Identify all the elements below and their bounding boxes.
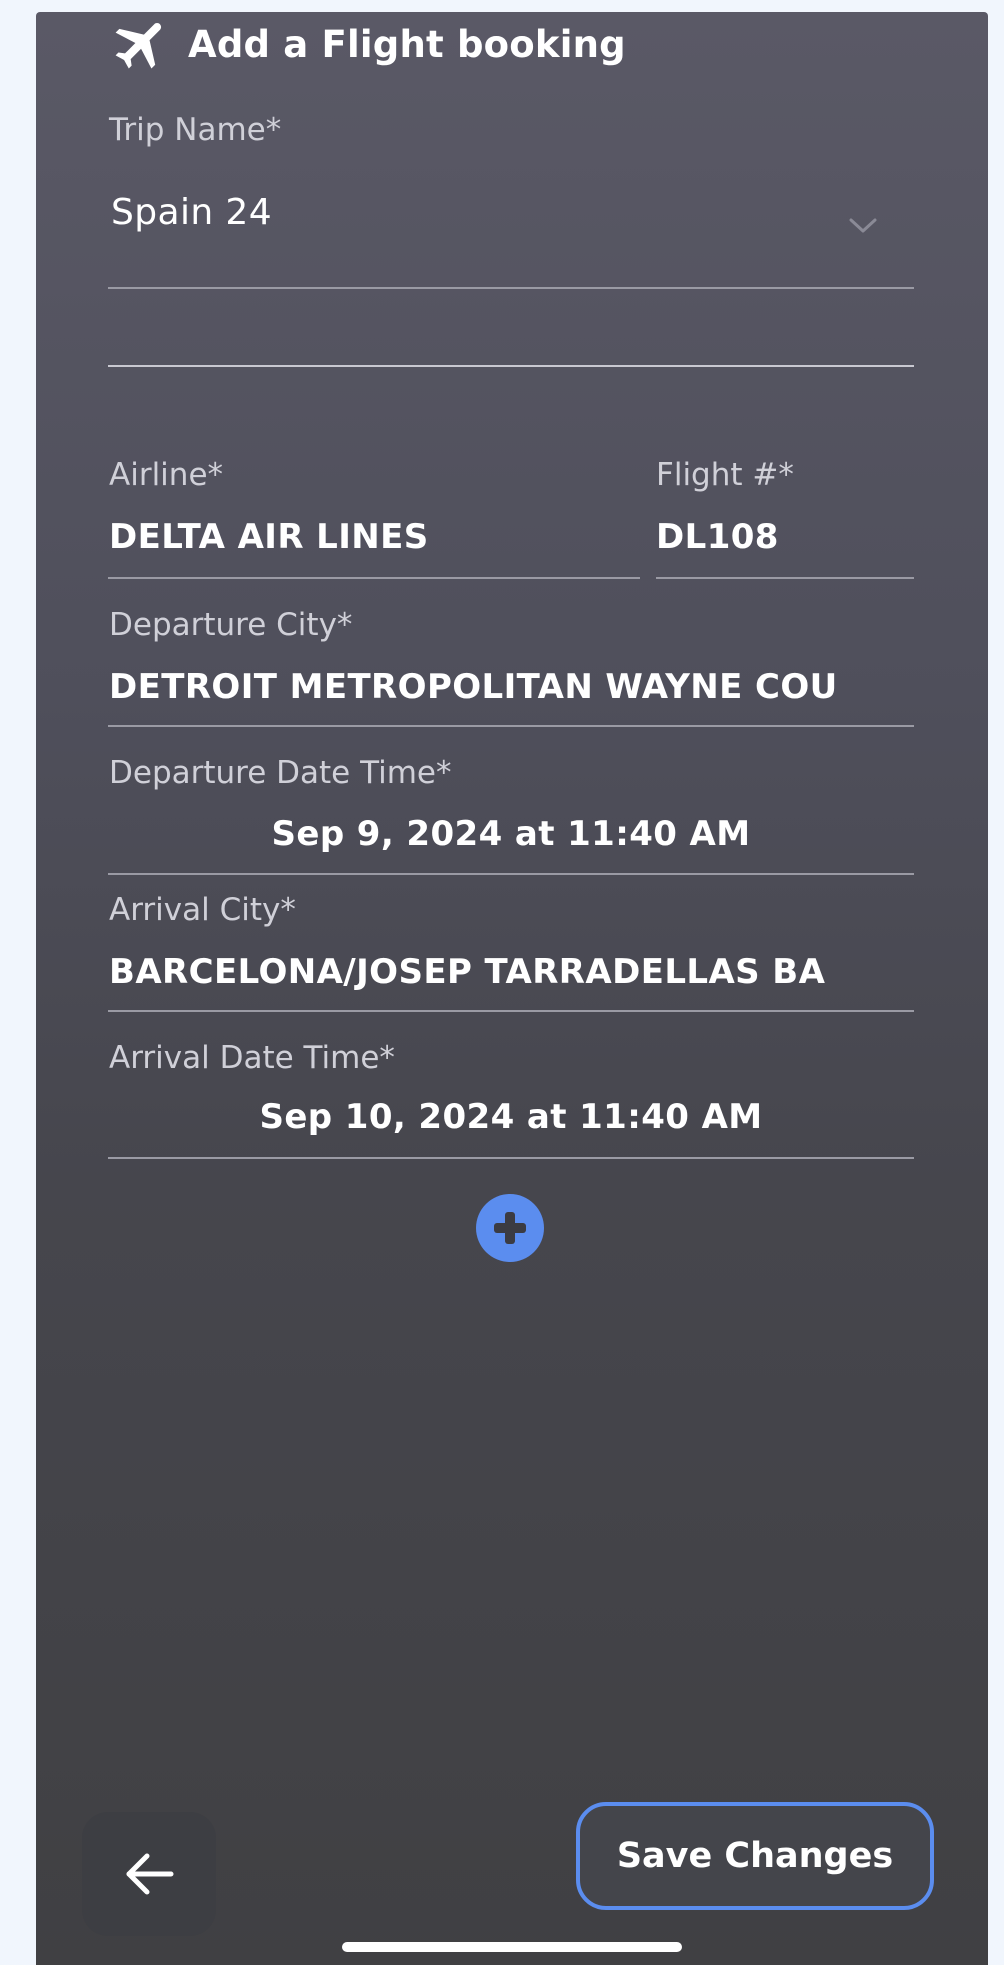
divider [108,365,914,367]
screen: Add a Flight booking Trip Name* Spain 24… [36,12,988,1965]
trip-name-select[interactable]: Spain 24 [111,192,272,233]
airplane-icon [108,12,176,78]
departure-city-label: Departure City* [109,607,353,643]
plus-icon [494,1212,526,1244]
departure-city-underline [108,725,914,727]
airline-label: Airline* [109,457,224,493]
arrival-city-underline [108,1010,914,1012]
flight-number-label: Flight #* [656,457,794,493]
home-indicator[interactable] [342,1942,682,1952]
save-changes-button[interactable]: Save Changes [576,1802,934,1910]
departure-city-input[interactable]: DETROIT METROPOLITAN WAYNE COU [109,667,889,707]
back-button[interactable] [82,1812,216,1936]
arrival-datetime-underline [108,1157,914,1159]
flight-number-input[interactable]: DL108 [656,517,906,557]
arrival-city-input[interactable]: BARCELONA/JOSEP TARRADELLAS BA [109,952,889,992]
chevron-down-icon[interactable] [848,216,878,236]
arrival-datetime-label: Arrival Date Time* [109,1040,395,1076]
trip-name-label: Trip Name* [109,112,282,148]
page-title: Add a Flight booking [188,22,626,66]
departure-datetime-underline [108,873,914,875]
header: Add a Flight booking [108,14,626,74]
trip-name-underline [108,287,914,289]
arrival-datetime-picker[interactable]: Sep 10, 2024 at 11:40 AM [108,1097,914,1137]
departure-datetime-picker[interactable]: Sep 9, 2024 at 11:40 AM [108,814,914,854]
airline-underline [108,577,640,579]
airline-input[interactable]: DELTA AIR LINES [109,517,629,557]
flight-number-underline [656,577,914,579]
arrival-city-label: Arrival City* [109,892,296,928]
departure-datetime-label: Departure Date Time* [109,755,452,791]
arrow-left-icon [126,1853,174,1895]
add-flight-button[interactable] [476,1194,544,1262]
